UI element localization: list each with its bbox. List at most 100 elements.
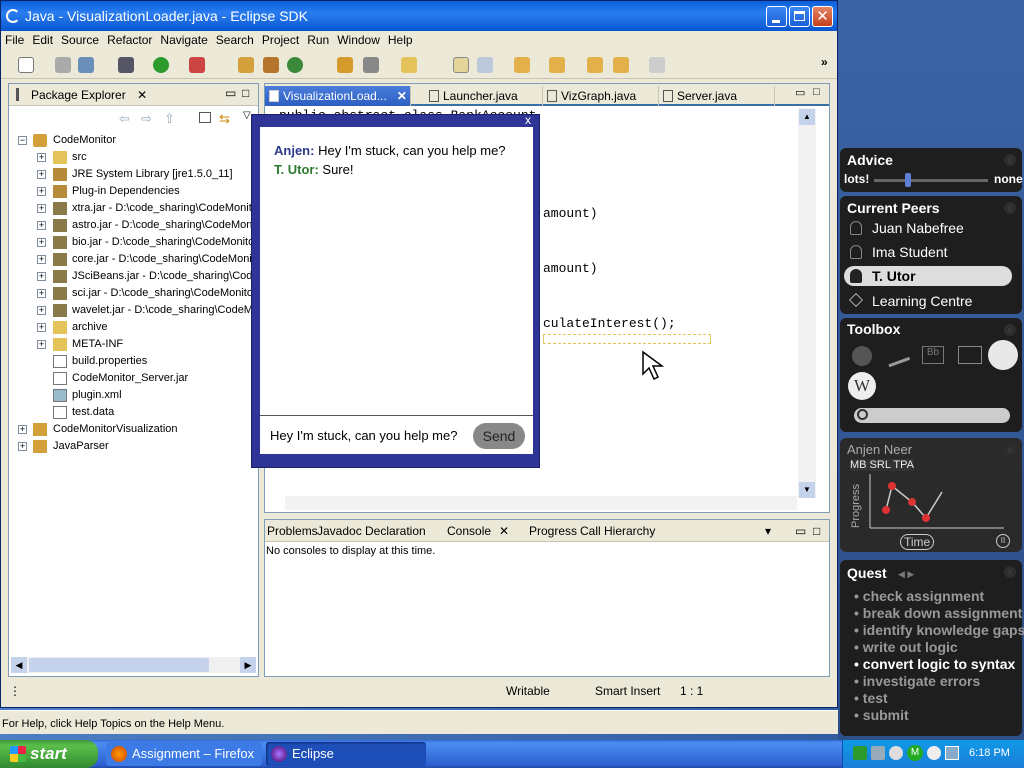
start-button[interactable]: start xyxy=(0,740,98,768)
forward-nav-icon[interactable]: ⇨ xyxy=(141,111,152,127)
toggle-block-icon[interactable] xyxy=(477,57,493,73)
peer-learning-centre[interactable]: Learning Centre xyxy=(844,291,1012,311)
pencil-icon[interactable] xyxy=(883,344,911,368)
minimize-editor-icon[interactable]: ▭ xyxy=(795,86,805,99)
advice-slider-thumb[interactable] xyxy=(905,173,912,187)
tree-item-core-jar[interactable]: + core.jar - D:\code_sharing\CodeMonit xyxy=(9,251,258,268)
wikipedia-icon[interactable]: W xyxy=(848,372,876,400)
quest-item-current[interactable]: • convert logic to syntax xyxy=(854,656,1015,672)
tree-item-archive[interactable]: + archive xyxy=(9,319,258,336)
scroll-right-icon[interactable]: ▶ xyxy=(240,657,256,673)
chat-close-button[interactable]: x xyxy=(520,113,536,127)
blackboard-icon[interactable]: Bb xyxy=(922,346,944,364)
tree-project-javaparser[interactable]: + JavaParser xyxy=(9,438,258,455)
tab-launcher[interactable]: Launcher.java xyxy=(425,86,543,106)
tray-icon[interactable] xyxy=(927,746,941,760)
horizontal-scrollbar[interactable]: ◀ ▶ xyxy=(11,657,256,673)
open-folder-icon[interactable] xyxy=(401,57,417,73)
tab-problems[interactable]: Problems xyxy=(267,524,318,538)
menu-source[interactable]: Source xyxy=(57,31,103,47)
close-view-icon[interactable]: ✕ xyxy=(137,88,147,102)
toolbar-overflow-icon[interactable]: » xyxy=(821,55,828,69)
menu-window[interactable]: Window xyxy=(333,31,384,47)
back-icon[interactable] xyxy=(613,57,629,73)
next-annotation-icon[interactable] xyxy=(514,57,530,73)
tab-console[interactable]: Console xyxy=(447,524,491,538)
flickr-icon[interactable] xyxy=(852,346,872,366)
maximize-button[interactable] xyxy=(789,6,810,27)
editor-hscrollbar[interactable] xyxy=(285,496,797,510)
tree-item-sci-jar[interactable]: + sci.jar - D:\code_sharing\CodeMonito xyxy=(9,285,258,302)
tree-item-build-properties[interactable]: build.properties xyxy=(9,353,258,370)
tree-item-wavelet-jar[interactable]: + wavelet.jar - D:\code_sharing\CodeM xyxy=(9,302,258,319)
save-icon[interactable] xyxy=(55,57,71,73)
previous-annotation-icon[interactable] xyxy=(549,57,565,73)
maximize-editor-icon[interactable]: □ xyxy=(813,86,820,98)
tab-progress[interactable]: Progress xyxy=(529,524,577,538)
quest-item[interactable]: • check assignment xyxy=(854,588,984,604)
quest-nav-icon[interactable]: ◀ ▶ xyxy=(898,569,914,580)
tree-project-codemonitorvisualization[interactable]: + CodeMonitorVisualization xyxy=(9,421,258,438)
tab-visualizationloader[interactable]: VisualizationLoad... ✕ xyxy=(265,86,411,106)
tray-icon[interactable] xyxy=(853,746,867,760)
panel-close-icon[interactable]: x xyxy=(1004,444,1016,456)
print-icon[interactable] xyxy=(78,57,94,73)
maximize-view-icon[interactable]: □ xyxy=(242,86,249,100)
network-icon[interactable] xyxy=(871,746,885,760)
new-icon[interactable] xyxy=(18,57,34,73)
menu-search[interactable]: Search xyxy=(212,31,258,47)
peer-tutor[interactable]: T. Utor xyxy=(844,266,1012,286)
advice-slider[interactable] xyxy=(874,179,988,182)
menu-help[interactable]: Help xyxy=(384,31,417,47)
minimize-panel-icon[interactable]: ▭ xyxy=(795,524,806,538)
tab-call-hierarchy[interactable]: Call Hierarchy xyxy=(580,524,655,538)
scroll-up-icon[interactable]: ▲ xyxy=(799,109,815,125)
minimize-view-icon[interactable]: ▭ xyxy=(225,86,236,100)
open-type-icon[interactable] xyxy=(337,57,353,73)
menu-edit[interactable]: Edit xyxy=(28,31,57,47)
collapse-all-icon[interactable] xyxy=(199,112,211,123)
search-icon[interactable] xyxy=(363,57,379,73)
vertical-scrollbar[interactable]: ▲ ▼ xyxy=(798,108,816,498)
tree-item-bio-jar[interactable]: + bio.jar - D:\code_sharing\CodeMonito xyxy=(9,234,258,251)
scroll-down-icon[interactable]: ▼ xyxy=(799,482,815,498)
peers-tool-icon[interactable] xyxy=(988,340,1018,370)
toolbox-search-input[interactable] xyxy=(854,408,1010,423)
panel-close-icon[interactable]: x xyxy=(1004,202,1016,214)
notes-icon[interactable] xyxy=(958,346,982,364)
menu-project[interactable]: Project xyxy=(258,31,303,47)
tree-item-test-data[interactable]: test.data xyxy=(9,404,258,421)
tree-item-astro-jar[interactable]: + astro.jar - D:\code_sharing\CodeMon xyxy=(9,217,258,234)
minimize-button[interactable] xyxy=(766,6,787,27)
task-eclipse[interactable]: Eclipse xyxy=(266,742,426,766)
debug-icon[interactable] xyxy=(118,57,134,73)
tree-item-jre[interactable]: + JRE System Library [jre1.5.0_11] xyxy=(9,166,258,183)
menu-run[interactable]: Run xyxy=(303,31,333,47)
forward-icon[interactable] xyxy=(649,57,665,73)
peer-ima[interactable]: Ima Student xyxy=(844,242,1012,262)
pause-icon[interactable]: II xyxy=(996,534,1010,548)
quest-item[interactable]: • investigate errors xyxy=(854,673,980,689)
display-icon[interactable] xyxy=(945,746,959,760)
messenger-icon[interactable]: M xyxy=(907,745,923,761)
package-explorer-tab[interactable]: Package Explorer ✕ ▭ □ xyxy=(9,84,258,106)
new-class-icon[interactable] xyxy=(287,57,303,73)
menu-file[interactable]: File xyxy=(1,31,28,47)
tree-project-codemonitor[interactable]: − CodeMonitor xyxy=(9,132,258,149)
scroll-left-icon[interactable]: ◀ xyxy=(11,657,27,673)
menu-navigate[interactable]: Navigate xyxy=(156,31,211,47)
quest-item[interactable]: • break down assignment xyxy=(854,605,1022,621)
tree-item-server-jar[interactable]: CodeMonitor_Server.jar xyxy=(9,370,258,387)
progress-xlabel[interactable]: Time xyxy=(900,534,935,550)
close-button[interactable]: ✕ xyxy=(812,6,833,27)
tree-item-plugin-xml[interactable]: plugin.xml xyxy=(9,387,258,404)
mark-occurrences-icon[interactable] xyxy=(453,57,469,73)
last-edit-icon[interactable] xyxy=(587,57,603,73)
tab-server[interactable]: Server.java xyxy=(659,86,775,106)
tray-icon[interactable] xyxy=(889,746,903,760)
quest-item[interactable]: • submit xyxy=(854,707,909,723)
external-tools-icon[interactable] xyxy=(189,57,205,73)
view-menu-icon[interactable]: ▽ xyxy=(243,110,251,121)
title-bar[interactable]: Java - VisualizationLoader.java - Eclips… xyxy=(1,1,837,31)
tab-vizgraph[interactable]: VizGraph.java xyxy=(543,86,659,106)
